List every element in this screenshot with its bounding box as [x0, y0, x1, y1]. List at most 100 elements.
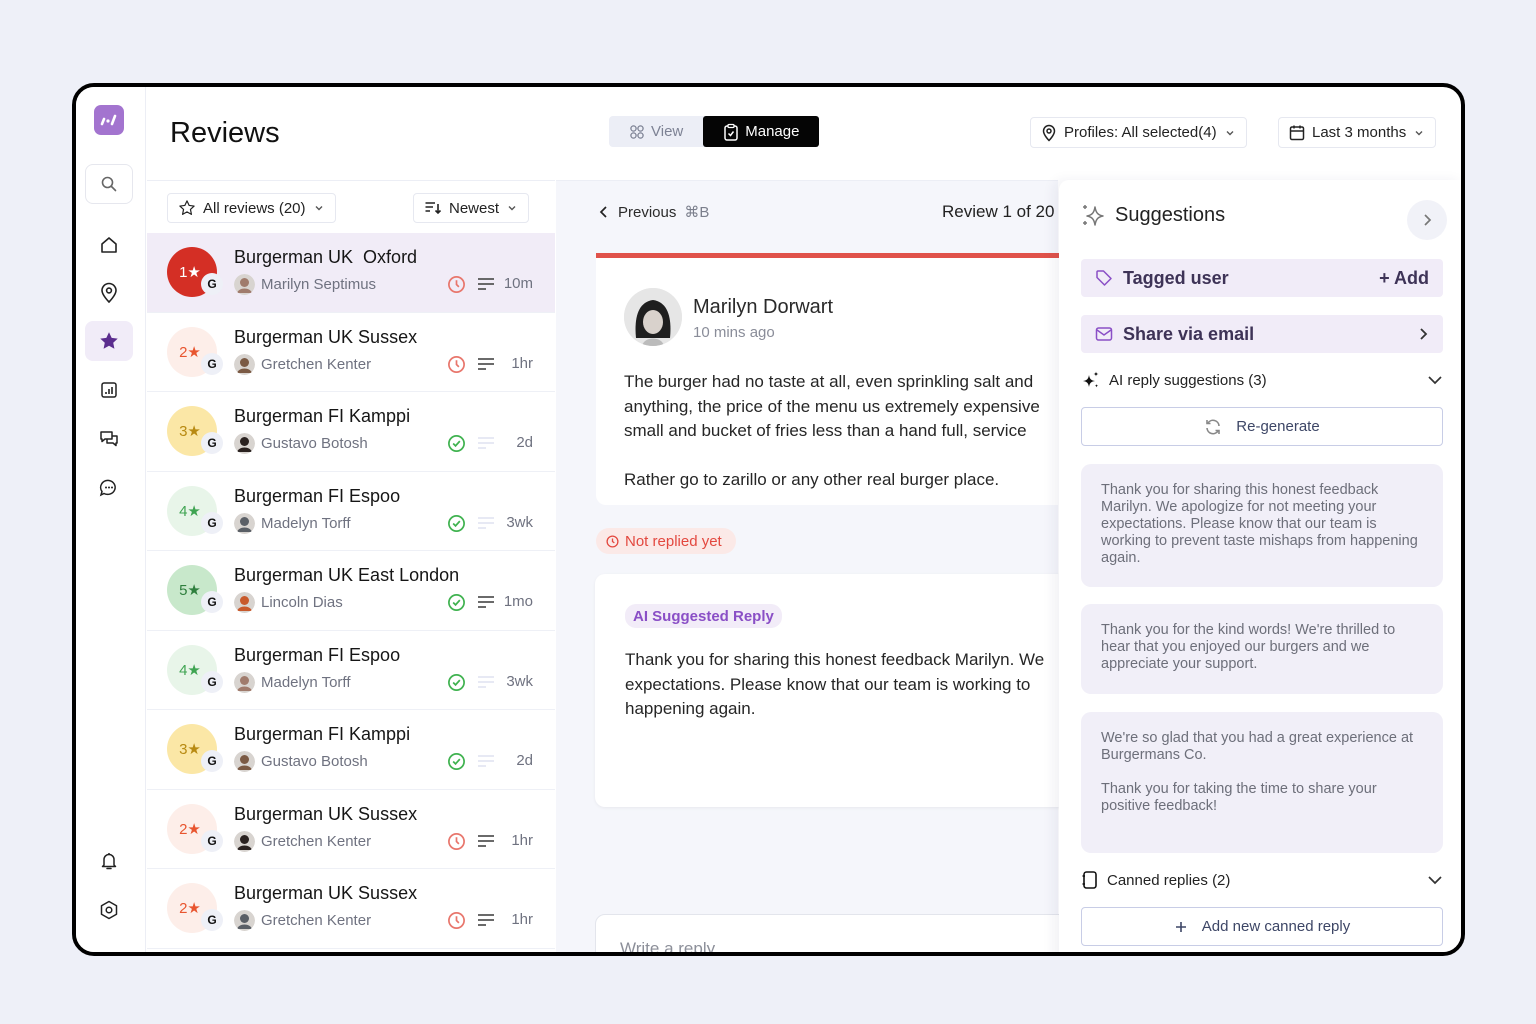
sidebar-item-conversations[interactable]: [85, 419, 133, 459]
share-via-email-button[interactable]: Share via email: [1081, 315, 1443, 353]
collapse-panel-button[interactable]: [1407, 200, 1447, 240]
review-author: Madelyn Torff: [234, 671, 351, 693]
review-author-name: Gustavo Botosh: [261, 435, 368, 452]
user-avatar-icon: [234, 433, 255, 454]
google-source-icon: G: [201, 829, 223, 852]
rating-value: 4★: [179, 502, 201, 520]
chevron-down-icon: [508, 206, 516, 211]
review-author-name: Madelyn Torff: [261, 514, 351, 532]
review-list-item[interactable]: 3★ G Burgerman FI Kamppi Gustavo Botosh 2d: [147, 392, 555, 472]
source-badge-letter: G: [207, 754, 217, 768]
reply-status-indicator: [447, 752, 466, 776]
previous-shortcut: ⌘B: [684, 204, 710, 221]
reply-status-indicator: [447, 355, 466, 379]
share-via-email-label: Share via email: [1123, 323, 1255, 344]
ai-suggestion-text: Thank you for sharing this honest feedba…: [1101, 482, 1418, 566]
map-pin-icon: [101, 282, 117, 304]
review-age: 1hr: [511, 354, 533, 372]
review-counter: Review 1 of 20: [942, 202, 1055, 221]
sidebar-item-settings[interactable]: [85, 890, 133, 930]
user-avatar-icon: [234, 671, 255, 693]
reply-status-indicator: [447, 275, 466, 299]
sidebar-item-reports[interactable]: [85, 370, 133, 410]
sidebar-item-locations[interactable]: [85, 273, 133, 313]
review-list-item[interactable]: 2★ G Burgerman UK Sussex Gretchen Kenter 1hr: [147, 790, 555, 869]
review-author-name: Lincoln Dias: [261, 594, 343, 611]
review-list-item[interactable]: 2★ G Burgerman UK Sussex Gretchen Kenter 1hr: [147, 869, 555, 949]
has-text-indicator: [477, 834, 495, 853]
rating-value: 3★: [179, 423, 201, 440]
sidebar-item-notifications[interactable]: [85, 841, 133, 881]
review-age: 10m: [503, 275, 533, 292]
previous-label: Previous: [618, 203, 677, 221]
source-badge-letter: G: [207, 515, 217, 530]
review-location: Burgerman FI Kamppi: [234, 724, 411, 744]
sidebar-item-reviews[interactable]: [85, 321, 133, 361]
ai-reply-suggestions-label: AI reply suggestions (3): [1109, 371, 1267, 389]
reply-status-indicator: [447, 593, 466, 617]
review-age: 1mo: [503, 593, 533, 610]
ai-sparkles-icon: [1083, 371, 1099, 388]
review-list-item[interactable]: 1★ G Burgerman UK Oxford Marilyn Septimus 10…: [147, 233, 555, 313]
review-paragraph: Rather go to zarillo or any other real b…: [624, 470, 1000, 489]
google-source-icon: G: [201, 750, 223, 772]
manage-tab[interactable]: Manage: [703, 116, 820, 147]
ai-suggestion-card[interactable]: Thank you for sharing this honest feedba…: [1081, 464, 1443, 587]
review-author: Madelyn Torff: [234, 512, 351, 534]
user-avatar-icon: [234, 274, 255, 295]
canned-replies-label: Canned replies (2): [1107, 871, 1231, 889]
add-canned-reply-button[interactable]: Add new canned reply: [1081, 907, 1443, 946]
reviewer-avatar: [624, 288, 682, 346]
google-source-icon: G: [201, 352, 223, 375]
has-text-indicator: [477, 277, 495, 296]
chat-bubbles-icon: [100, 431, 118, 447]
reviewer-photo-icon: [624, 288, 682, 346]
review-list-item[interactable]: 4★ G Burgerman FI Espoo Madelyn Torff 3wk: [147, 631, 555, 710]
sidebar-item-messages[interactable]: [85, 468, 133, 508]
ai-suggested-reply-card[interactable]: AI Suggested Reply Thank you for sharing…: [595, 574, 1075, 807]
regenerate-button[interactable]: Re-generate: [1081, 407, 1443, 446]
review-filter-label: All reviews (20): [203, 199, 306, 217]
profiles-dropdown[interactable]: Profiles: All selected(4): [1030, 117, 1247, 148]
regenerate-label: Re-generate: [1236, 418, 1320, 435]
source-badge-letter: G: [207, 277, 217, 291]
ai-suggestion-card[interactable]: We're so glad that you had a great exper…: [1081, 712, 1443, 853]
canned-replies-toggle[interactable]: Canned replies (2): [1081, 870, 1443, 890]
sparkles-icon: [1083, 205, 1104, 226]
suggestions-panel: Suggestions Tagged user + Add Share via …: [1059, 180, 1461, 952]
bell-icon: [101, 853, 117, 870]
add-tagged-user-button[interactable]: + Add: [1379, 268, 1429, 289]
chevron-right-icon: [1420, 328, 1428, 340]
review-list-item[interactable]: 4★ G Burgerman FI Espoo Madelyn Torff 3wk: [147, 472, 555, 551]
calendar-icon: [1289, 125, 1305, 141]
reply-status-indicator: [447, 514, 466, 538]
ai-suggested-reply-tag: AI Suggested Reply: [625, 604, 782, 628]
view-tab[interactable]: View: [609, 116, 703, 147]
sort-dropdown[interactable]: Newest: [413, 193, 530, 223]
star-outline-icon: [179, 200, 195, 215]
chevron-down-icon: [315, 206, 323, 211]
text-lines-icon: [478, 914, 494, 926]
review-author-name: Madelyn Torff: [261, 673, 351, 691]
reply-status-indicator: [447, 911, 466, 935]
review-filter-dropdown[interactable]: All reviews (20): [167, 193, 336, 223]
date-range-dropdown[interactable]: Last 3 months: [1278, 117, 1437, 148]
search-button[interactable]: [85, 164, 133, 204]
logo-mark-icon: [100, 114, 117, 126]
review-list-item[interactable]: 3★ G Burgerman FI Kamppi Gustavo Botosh 2d: [147, 710, 555, 790]
user-avatar-icon: [234, 592, 255, 613]
previous-review-button[interactable]: Previous ⌘B: [598, 203, 709, 221]
ai-suggestion-text: Thank you for taking the time to share y…: [1101, 781, 1377, 814]
sidebar-item-home[interactable]: [85, 225, 133, 265]
app-logo[interactable]: [94, 105, 124, 135]
review-list-item[interactable]: 2★ G Burgerman UK Sussex Gretchen Kenter 1hr: [147, 313, 555, 392]
rating-value: 2★: [179, 900, 201, 917]
reply-input[interactable]: [620, 939, 1020, 952]
user-avatar-icon: [234, 751, 255, 772]
reply-status-indicator: [447, 832, 466, 856]
review-list-item[interactable]: 5★ G Burgerman UK East London Lincoln Dias 1…: [147, 551, 555, 631]
review-list: 1★ G Burgerman UK Oxford Marilyn Septimus 10…: [147, 233, 555, 949]
ai-suggestion-card[interactable]: Thank you for the kind words! We're thri…: [1081, 604, 1443, 694]
ai-reply-suggestions-toggle[interactable]: AI reply suggestions (3): [1081, 370, 1443, 390]
review-location: Burgerman UK Sussex: [234, 326, 418, 347]
